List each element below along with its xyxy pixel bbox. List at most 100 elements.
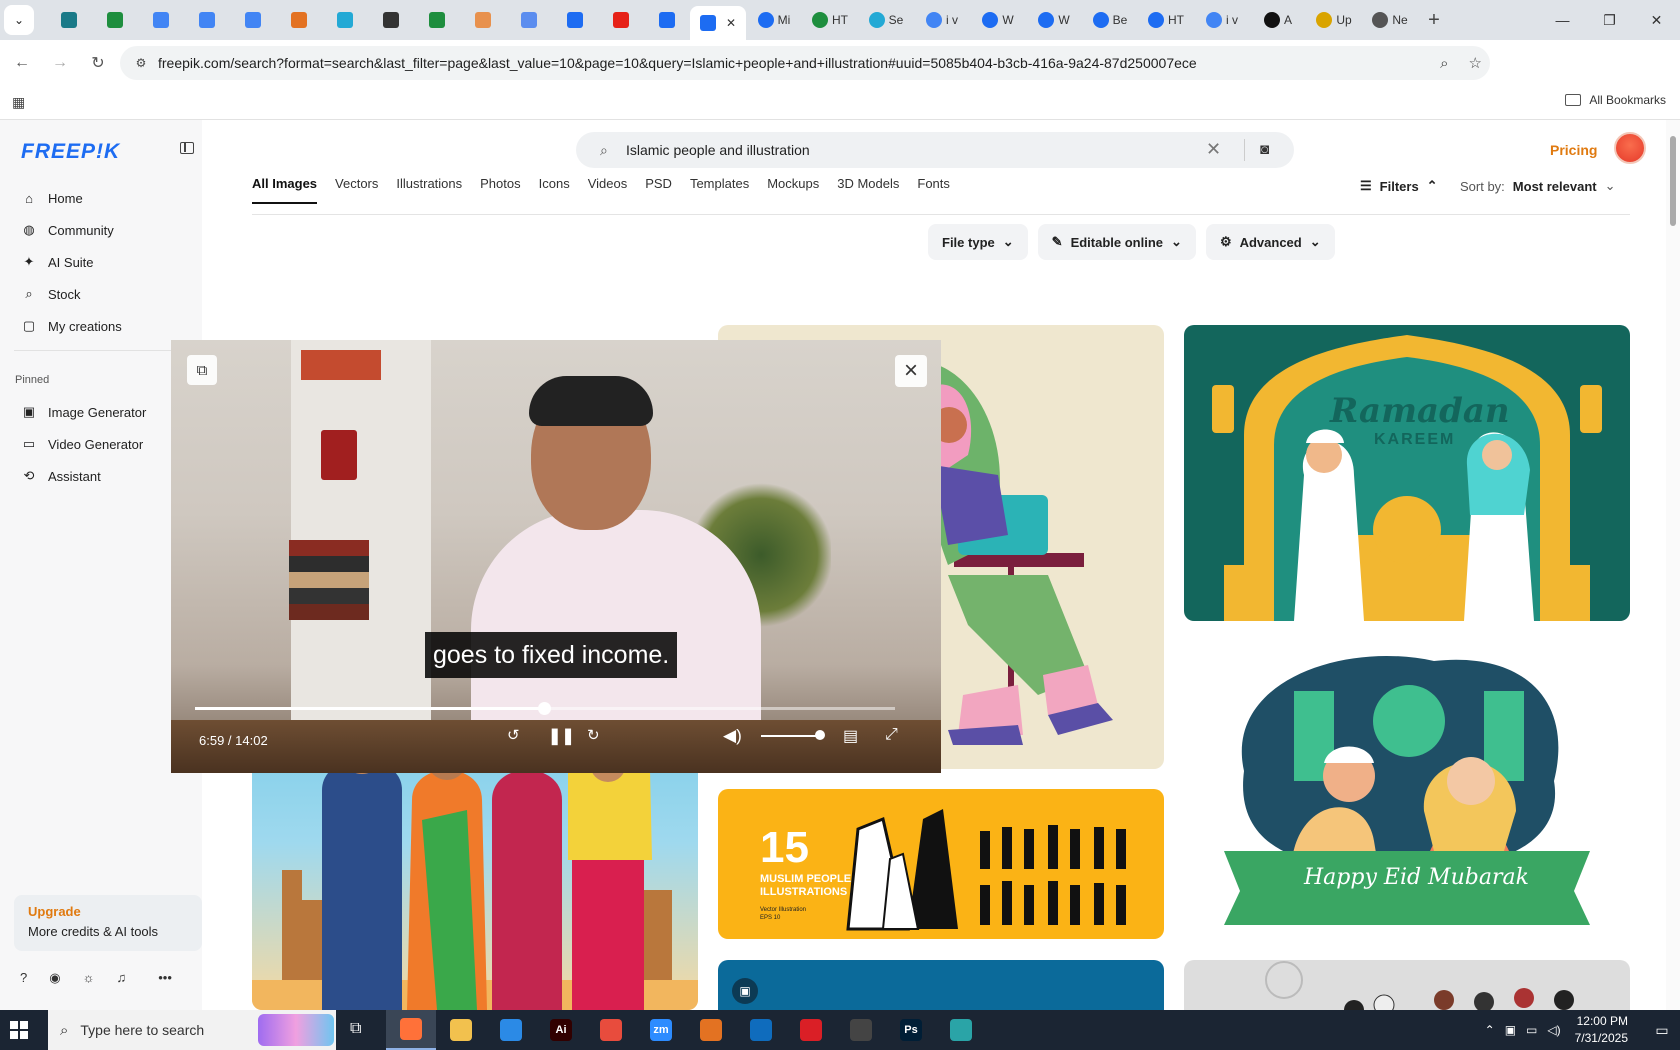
tab-html[interactable] — [276, 5, 322, 35]
tab-text-item[interactable]: W — [970, 5, 1026, 35]
tab-text-item[interactable]: HT — [802, 5, 858, 35]
tab-icons[interactable]: Icons — [539, 176, 570, 204]
taskbar-app-app-extra[interactable] — [936, 1010, 986, 1050]
floating-video-player[interactable]: ⧉ × goes to fixed income. 6:59 / 14:02 ↺… — [171, 340, 941, 773]
tab-active[interactable]: ✕ — [690, 6, 746, 40]
pricing-link[interactable]: Pricing — [1550, 142, 1597, 158]
new-tab-button[interactable]: + — [1418, 5, 1450, 35]
taskbar-app-html-app[interactable] — [686, 1010, 736, 1050]
video-progress-bar[interactable] — [195, 702, 895, 715]
back-button[interactable]: ← — [6, 47, 38, 79]
tab-close-icon[interactable]: ✕ — [726, 16, 736, 30]
apps-grid-icon[interactable]: ▦ — [12, 94, 25, 111]
tab-psd[interactable]: PSD — [645, 176, 672, 204]
minimize-button[interactable]: — — [1539, 0, 1586, 40]
scroll-thumb[interactable] — [1670, 136, 1676, 226]
tab-templates[interactable]: Templates — [690, 176, 749, 204]
taskbar-app-file-explorer[interactable] — [436, 1010, 486, 1050]
tab-text-item[interactable]: Ne — [1362, 5, 1418, 35]
tab-pdf[interactable] — [506, 5, 552, 35]
discord-icon[interactable]: ◉ — [49, 970, 60, 986]
filter-chip-advanced[interactable]: ⚙ Advanced ⌄ — [1205, 224, 1335, 260]
volume-tray-icon[interactable]: ◁) — [1547, 1023, 1560, 1037]
system-clock[interactable]: 12:00 PM 7/31/2025 — [1575, 1013, 1628, 1047]
tab-youtube[interactable] — [598, 5, 644, 35]
tab-hand[interactable] — [460, 5, 506, 35]
tab-text-item[interactable]: i v — [1194, 5, 1250, 35]
tray-chevron-icon[interactable]: ⌃ — [1485, 1023, 1495, 1037]
forward-button[interactable]: → — [44, 47, 76, 79]
help-icon[interactable]: ? — [20, 970, 27, 986]
bell-icon[interactable]: ♫ — [117, 970, 127, 986]
sidebar-item-community[interactable]: ◍ Community — [0, 214, 202, 246]
sidebar-item-stock[interactable]: ⌕ Stock — [0, 278, 202, 310]
freepik-logo[interactable]: FREEP!K — [21, 140, 120, 164]
taskbar-app-zoom[interactable]: zm — [636, 1010, 686, 1050]
pause-icon[interactable]: ❚❚ — [548, 726, 575, 746]
task-view-icon[interactable]: ⧉ — [350, 1020, 361, 1038]
taskbar-app-chrome[interactable] — [586, 1010, 636, 1050]
tab-docs[interactable] — [184, 5, 230, 35]
tab-illustrations[interactable]: Illustrations — [396, 176, 462, 204]
network-icon[interactable]: ▭ — [1526, 1023, 1537, 1037]
reload-button[interactable]: ↻ — [82, 47, 114, 79]
tab-sheets[interactable] — [414, 5, 460, 35]
search-bar[interactable]: ⌕ Islamic people and illustration ✕ ◙ — [576, 132, 1294, 168]
tab-videos[interactable]: Videos — [588, 176, 628, 204]
tray-app-icon[interactable]: ▣ — [1505, 1023, 1516, 1037]
tab-vpn[interactable] — [46, 5, 92, 35]
taskbar-app-illustrator[interactable]: Ai — [536, 1010, 586, 1050]
user-avatar[interactable] — [1614, 132, 1646, 164]
tab-forms[interactable] — [552, 5, 598, 35]
filter-chip-editable-online[interactable]: ✎ Editable online ⌄ — [1037, 224, 1196, 260]
result-tile-muslim-people[interactable]: 15 MUSLIM PEOPLE ILLUSTRATIONS Vector Il… — [718, 789, 1164, 939]
taskbar-app-outlook[interactable] — [736, 1010, 786, 1050]
sidebar-item-home[interactable]: ⌂ Home — [0, 182, 202, 214]
more-icon[interactable]: ••• — [158, 970, 172, 986]
tab-photos[interactable]: Photos — [480, 176, 520, 204]
tab-text-item[interactable]: Be — [1082, 5, 1138, 35]
taskbar-app-vscode[interactable] — [486, 1010, 536, 1050]
tab-all-images[interactable]: All Images — [252, 176, 318, 204]
tab-vectors[interactable]: Vectors — [335, 176, 378, 204]
taskbar-app-pen-tool[interactable] — [836, 1010, 886, 1050]
taskbar-app-photoshop[interactable]: Ps — [886, 1010, 936, 1050]
camera-search-icon[interactable]: ◙ — [1260, 141, 1269, 158]
result-tile-night[interactable]: ▣ — [718, 960, 1164, 1010]
video-progress-knob[interactable] — [537, 702, 551, 715]
rewind-icon[interactable]: ↺ — [507, 726, 520, 744]
sort-control[interactable]: Sort by: Most relevant ⌄ — [1460, 178, 1616, 194]
start-button[interactable] — [10, 1021, 28, 1039]
sidebar-item-ai-suite[interactable]: ✦ AI Suite — [0, 246, 202, 278]
collapse-sidebar-icon[interactable] — [180, 142, 194, 154]
zoom-icon[interactable]: ⌕ — [1440, 55, 1448, 72]
filter-chip-file-type[interactable]: File type ⌄ — [928, 224, 1028, 260]
page-scrollbar[interactable] — [1666, 120, 1680, 1010]
notifications-icon[interactable]: ▭ — [1644, 1022, 1680, 1039]
tab-fonts[interactable]: Fonts — [917, 176, 950, 204]
taskbar-search[interactable]: ⌕ Type here to search — [48, 1010, 336, 1050]
tab-text-item[interactable]: W — [1026, 5, 1082, 35]
taskbar-app-firefox[interactable] — [386, 1010, 436, 1050]
search-input[interactable]: Islamic people and illustration — [626, 142, 810, 158]
forward-icon[interactable]: ↻ — [587, 726, 600, 744]
tab-3d-models[interactable]: 3D Models — [837, 176, 899, 204]
filters-toggle[interactable]: ☰ Filters ⌃ — [1360, 178, 1438, 194]
tab-sheets[interactable] — [92, 5, 138, 35]
tab-text-item[interactable]: HT — [1138, 5, 1194, 35]
fullscreen-icon[interactable]: ⤢ — [885, 726, 898, 744]
tab-text-item[interactable]: A — [1250, 5, 1306, 35]
upgrade-card[interactable]: Upgrade More credits & AI tools — [14, 895, 202, 951]
clear-search-icon[interactable]: ✕ — [1206, 139, 1221, 160]
tab-text-item[interactable]: i v — [914, 5, 970, 35]
close-window-button[interactable]: ✕ — [1633, 0, 1680, 40]
url-text[interactable]: freepik.com/search?format=search&last_fi… — [158, 55, 1197, 71]
bookmark-star-icon[interactable]: ☆ — [1469, 54, 1482, 72]
volume-knob[interactable] — [815, 730, 825, 740]
captions-icon[interactable]: ▤ — [843, 726, 858, 746]
tab-text-item[interactable]: Mi — [746, 5, 802, 35]
tab-vscode[interactable] — [322, 5, 368, 35]
tab-forms[interactable] — [644, 5, 690, 35]
result-tile-crowd[interactable] — [1184, 960, 1630, 1010]
tab-search-menu-icon[interactable]: ⌄ — [4, 5, 34, 35]
